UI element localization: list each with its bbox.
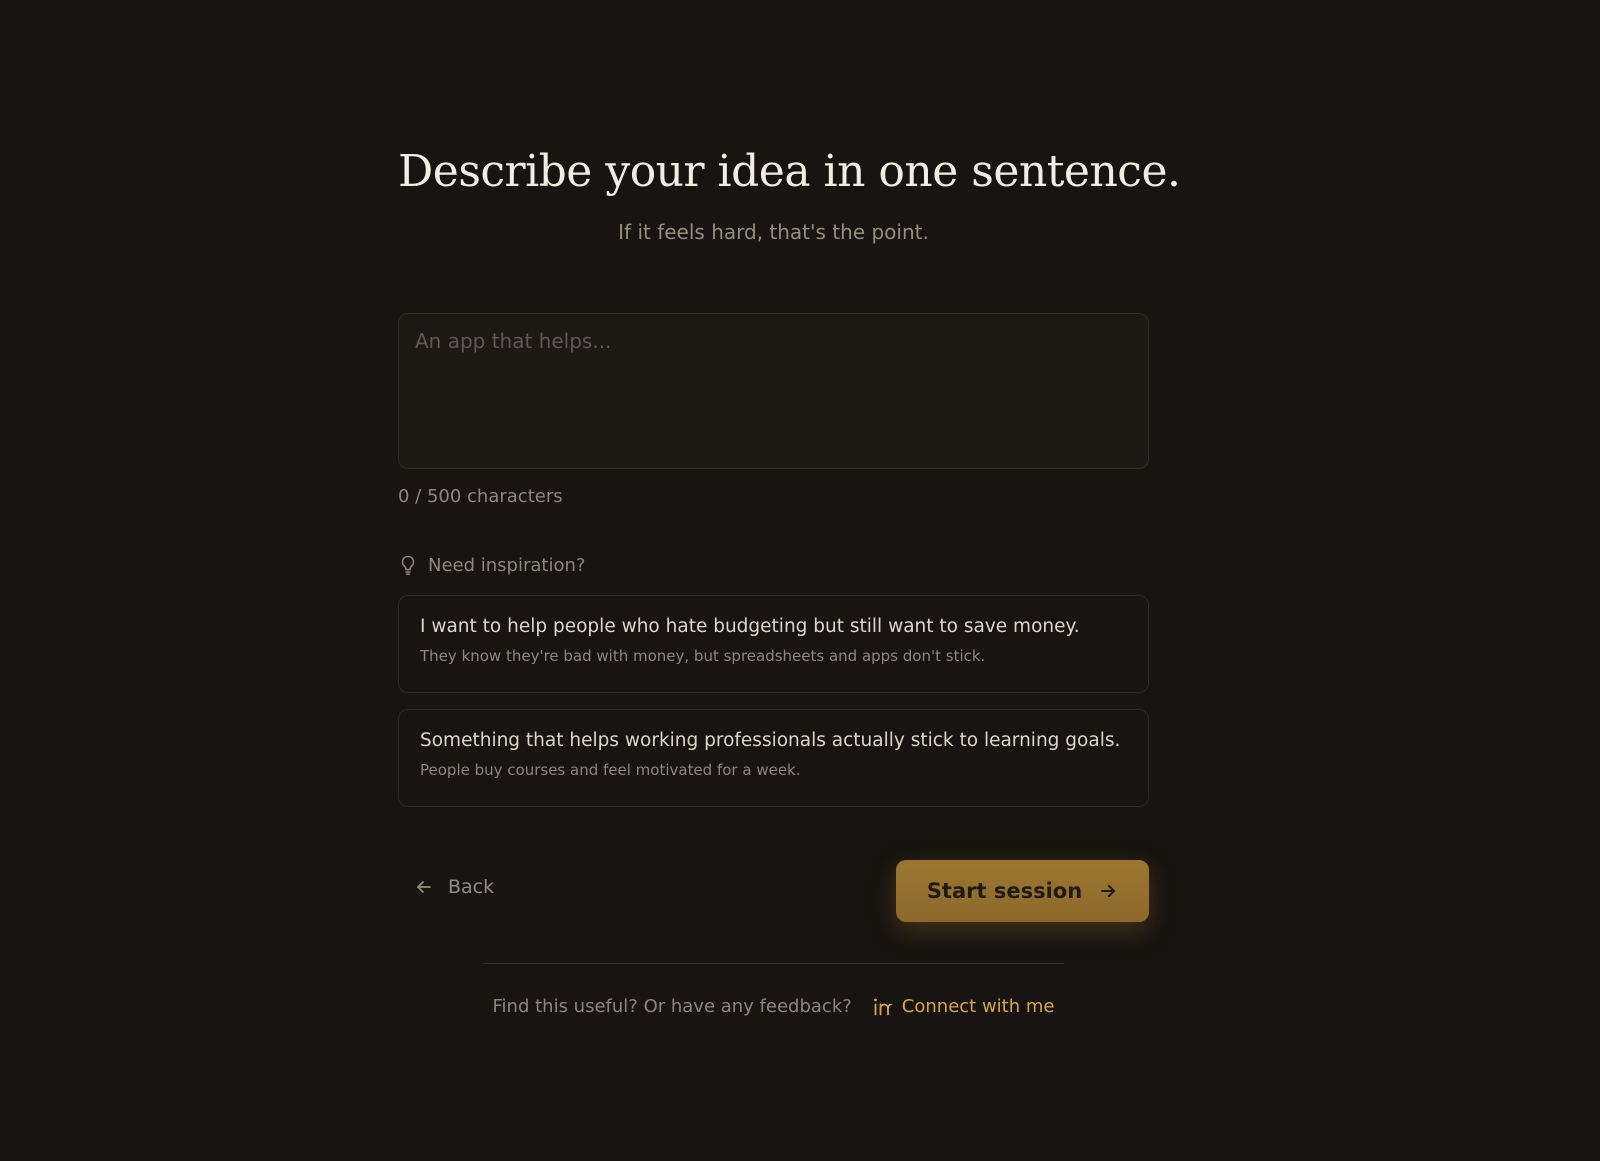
suggestion-card[interactable]: I want to help people who hate budgeting…	[398, 595, 1149, 693]
start-session-label: Start session	[926, 879, 1083, 903]
connect-label: Connect with me	[901, 996, 1055, 1017]
footer-divider	[483, 963, 1064, 964]
page-subtitle: If it feels hard, that's the point.	[618, 220, 929, 244]
back-label: Back	[448, 876, 495, 898]
linkedin-icon	[873, 998, 892, 1015]
start-session-button[interactable]: Start session	[896, 860, 1149, 922]
character-counter: 0 / 500 characters	[398, 486, 563, 507]
inspiration-label: Need inspiration?	[428, 554, 586, 576]
connect-link[interactable]: Connect with me	[872, 996, 1055, 1017]
arrow-right-icon	[1101, 885, 1116, 897]
suggestion-card[interactable]: Something that helps working professiona…	[398, 709, 1149, 807]
lightbulb-icon	[401, 555, 415, 575]
back-button[interactable]: Back	[414, 876, 494, 898]
page-title: Describe your idea in one sentence.	[398, 146, 1181, 197]
footer: Find this useful? Or have any feedback? …	[398, 996, 1149, 1017]
inspiration-header: Need inspiration?	[398, 554, 585, 576]
suggestion-subtitle: They know they're bad with money, but sp…	[420, 647, 986, 665]
arrow-left-icon	[417, 881, 431, 893]
idea-input[interactable]	[398, 313, 1149, 469]
suggestion-subtitle: People buy courses and feel motivated fo…	[420, 761, 801, 779]
suggestion-title: Something that helps working professiona…	[420, 730, 1121, 751]
suggestion-title: I want to help people who hate budgeting…	[420, 616, 1080, 637]
footer-prompt: Find this useful? Or have any feedback?	[492, 996, 852, 1017]
